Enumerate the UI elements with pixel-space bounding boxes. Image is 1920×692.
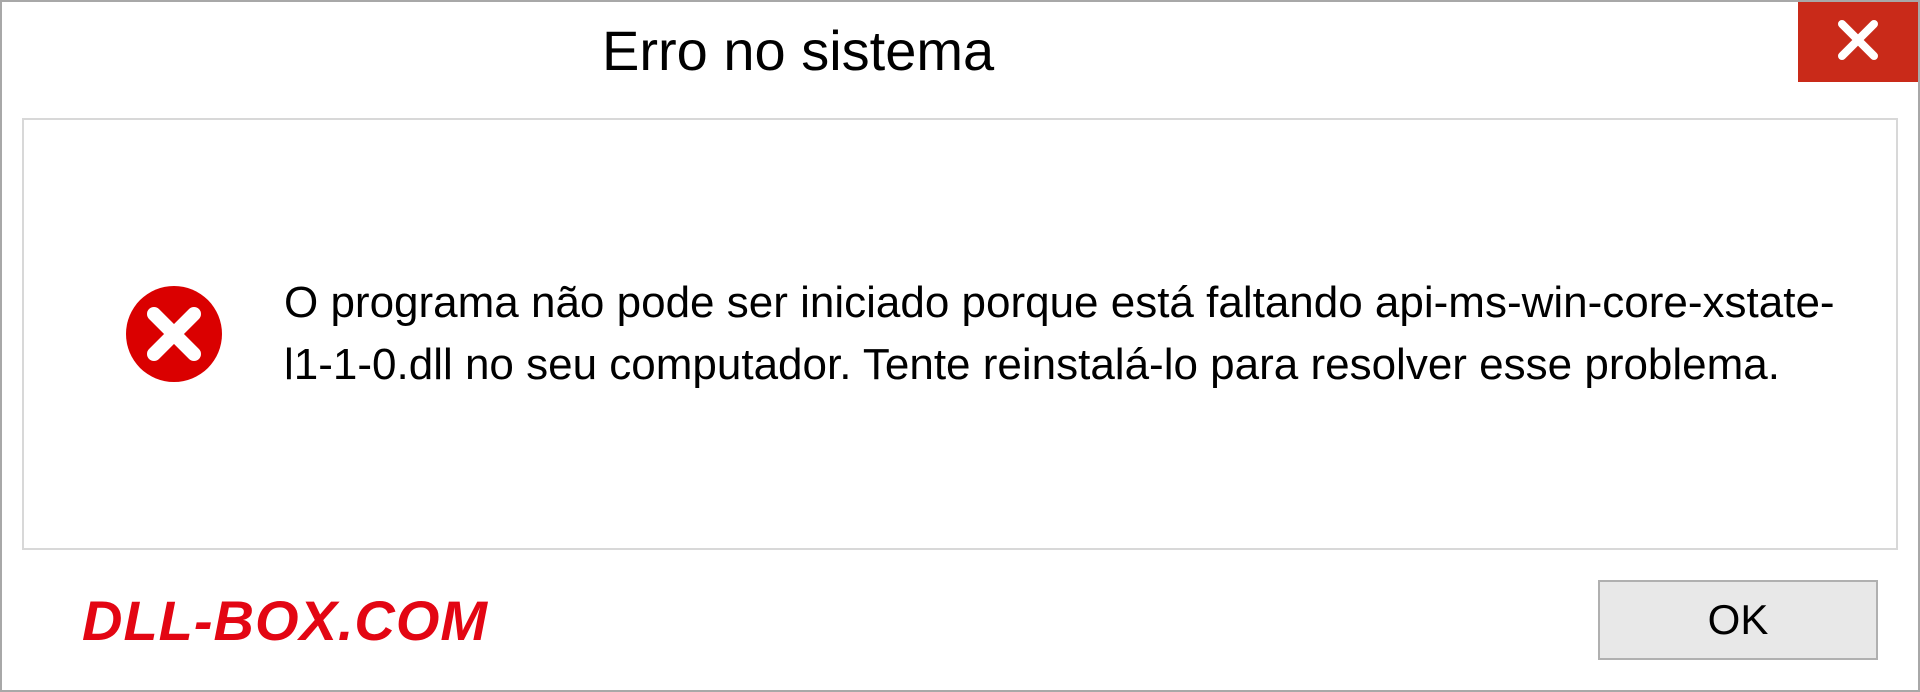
close-button[interactable]: [1798, 2, 1918, 82]
watermark-text: DLL-BOX.COM: [82, 588, 488, 653]
content-panel: O programa não pode ser iniciado porque …: [22, 118, 1898, 550]
dialog-title: Erro no sistema: [602, 18, 994, 83]
close-icon: [1834, 16, 1882, 69]
error-icon: [124, 284, 224, 384]
footer: DLL-BOX.COM OK: [2, 550, 1918, 690]
error-dialog: Erro no sistema O programa não pode ser …: [0, 0, 1920, 692]
error-message: O programa não pode ser iniciado porque …: [284, 272, 1836, 395]
titlebar: Erro no sistema: [2, 2, 1918, 98]
ok-button[interactable]: OK: [1598, 580, 1878, 660]
